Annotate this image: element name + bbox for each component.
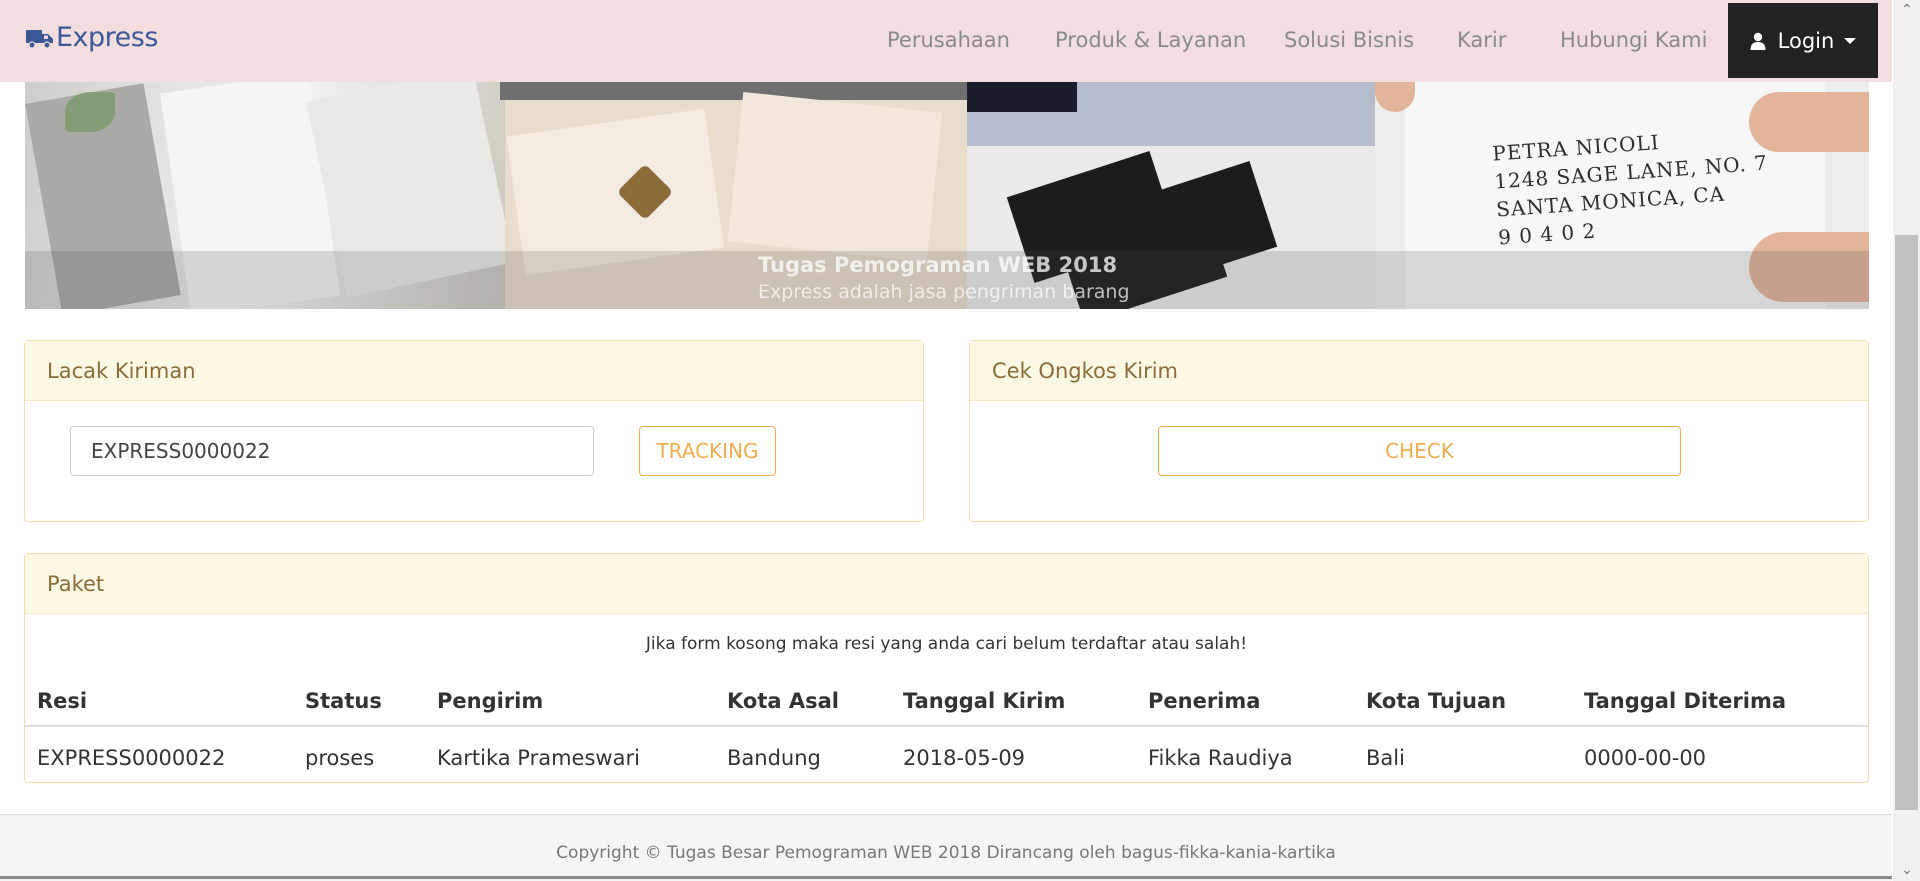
truck-icon — [26, 29, 53, 49]
paket-panel-title: Paket — [25, 554, 1868, 614]
column-header: Resi — [25, 676, 293, 727]
user-icon — [1750, 32, 1766, 50]
nav-item-karir[interactable]: Karir — [1457, 28, 1506, 52]
notice-text: Jika form kosong maka resi yang anda car… — [645, 634, 1248, 654]
column-header: Status — [293, 676, 425, 727]
nav-item-hubungi-kami[interactable]: Hubungi Kami — [1560, 28, 1707, 52]
paket-table: Resi Status Pengirim Kota Asal Tanggal K… — [25, 676, 1868, 788]
login-label: Login — [1777, 28, 1835, 53]
nav-item-perusahaan[interactable]: Perusahaan — [887, 28, 1010, 52]
cell-kota-asal: Bandung — [727, 745, 821, 770]
column-header: Kota Tujuan — [1354, 676, 1572, 727]
banner-caption: Tugas Pemograman WEB 2018 Express adalah… — [758, 253, 1130, 303]
resi-input[interactable]: EXPRESS0000022 — [70, 426, 594, 476]
column-header: Penerima — [1136, 676, 1354, 727]
column-header: Tanggal Diterima — [1572, 676, 1868, 727]
check-button[interactable]: CHECK — [1158, 426, 1681, 476]
login-button[interactable]: Login — [1728, 3, 1878, 78]
cost-panel-title: Cek Ongkos Kirim — [970, 341, 1868, 401]
brand-logo[interactable]: Express — [26, 22, 158, 53]
column-header: Tanggal Kirim — [891, 676, 1136, 727]
banner-subheading: Express adalah jasa pengriman barang — [758, 281, 1130, 303]
table-row: EXPRESS0000022 proses Kartika Prameswari… — [25, 726, 1868, 788]
column-header: Kota Asal — [715, 676, 891, 727]
horizontal-scrollbar[interactable] — [0, 876, 1892, 879]
footer-copyright: Copyright © Tugas Besar Pemograman WEB 2… — [556, 843, 1336, 863]
cell-penerima: Fikka Raudiya — [1148, 745, 1293, 770]
cell-resi: EXPRESS0000022 — [37, 745, 226, 770]
cell-tanggal-diterima: 0000-00-00 — [1584, 745, 1707, 770]
brand-name: Express — [56, 22, 158, 53]
tracking-button[interactable]: TRACKING — [639, 426, 776, 476]
tracking-panel-title: Lacak Kiriman — [25, 341, 923, 401]
navbar: Express Perusahaan Produk & Layanan Solu… — [0, 0, 1892, 82]
caret-down-icon — [1844, 37, 1857, 44]
cell-status: proses — [305, 745, 375, 770]
nav-item-produk-layanan[interactable]: Produk & Layanan — [1055, 28, 1246, 52]
cell-pengirim: Kartika Prameswari — [437, 745, 640, 770]
banner-address: PETRA NICOLI 1248 SAGE LANE, NO. 7 SANTA… — [1491, 130, 1769, 250]
banner-heading: Tugas Pemograman WEB 2018 — [758, 253, 1118, 277]
nav-item-solusi-bisnis[interactable]: Solusi Bisnis — [1284, 28, 1414, 52]
vertical-scrollbar-thumb[interactable] — [1895, 235, 1918, 810]
scroll-up-icon[interactable]: ⌃ — [1900, 2, 1914, 18]
column-header: Pengirim — [425, 676, 715, 727]
table-header-row: Resi Status Pengirim Kota Asal Tanggal K… — [25, 676, 1868, 727]
cell-kota-tujuan: Bali — [1366, 745, 1405, 770]
cell-tanggal-kirim: 2018-05-09 — [903, 745, 1026, 770]
scroll-down-icon[interactable]: ⌄ — [1900, 862, 1914, 878]
